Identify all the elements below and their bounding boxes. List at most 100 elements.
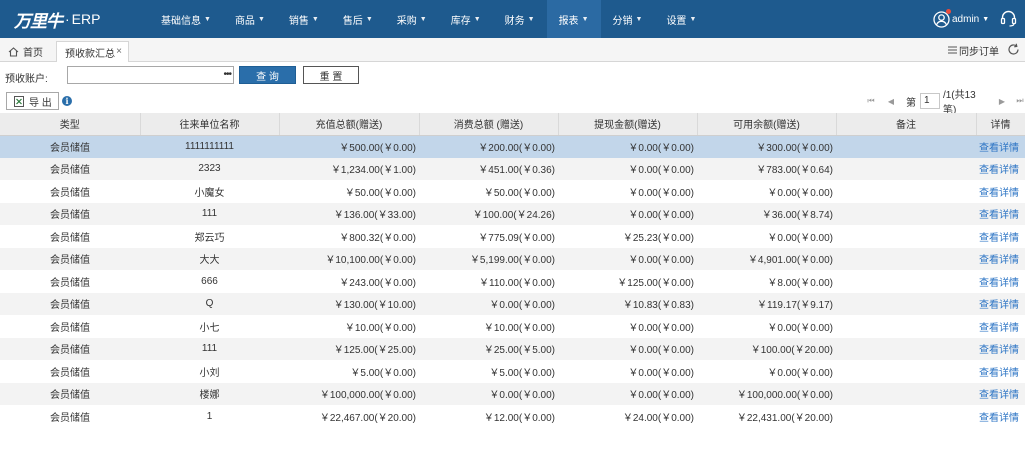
export-button[interactable]: 导 出: [6, 92, 59, 110]
prev-page-icon[interactable]: ◀: [886, 96, 896, 106]
column-header[interactable]: 详情: [976, 113, 1025, 136]
table-cell: ￥0.00(￥0.00): [558, 337, 697, 360]
table-cell: [836, 315, 976, 338]
chevron-down-icon: ▼: [982, 15, 990, 23]
table-cell: ￥200.00(￥0.00): [419, 135, 558, 158]
table-cell: ￥800.32(￥0.00): [339, 232, 416, 244]
table-cell: ￥100.00(￥24.26): [419, 202, 558, 225]
table-row[interactable]: 会员储值 郑云巧 ￥800.32(￥0.00) ￥775.09(￥0.00) ￥25.2…: [0, 225, 1025, 248]
table-row[interactable]: 会员储值 1111111111 ￥500.00(￥0.00) ￥200.00(￥0.0…: [0, 135, 1025, 158]
nav-item-5[interactable]: 库存 ▼: [439, 0, 493, 38]
column-header[interactable]: 类型: [0, 113, 141, 136]
column-header[interactable]: 往来单位名称: [140, 113, 280, 136]
table-cell: 1: [206, 410, 213, 422]
column-header[interactable]: 可用余额(赠送): [697, 113, 837, 136]
view-details-link[interactable]: 查看详情: [976, 225, 1025, 248]
nav-item-6[interactable]: 财务 ▼: [493, 0, 547, 38]
nav-item-8[interactable]: 分销 ▼: [601, 0, 655, 38]
first-page-icon[interactable]: ⏮: [866, 96, 876, 106]
table-cell: ￥50.00(￥0.00): [483, 187, 555, 199]
nav-item-2[interactable]: 销售 ▼: [277, 0, 331, 38]
app-logo[interactable]: 万里牛 · ERP: [14, 7, 100, 32]
refresh-icon[interactable]: [1007, 43, 1020, 56]
table-row[interactable]: 会员储值 小七 ￥10.00(￥0.00) ￥10.00(￥0.00) ￥0.00(￥0…: [0, 315, 1025, 338]
table-cell: ￥100,000.00(￥0.00): [279, 382, 419, 405]
table-cell: [836, 135, 976, 158]
account-field[interactable]: •••: [67, 66, 234, 84]
main-menu: 基础信息 ▼ 商品 ▼ 销售 ▼ 售后 ▼ 采购 ▼ 库存 ▼ 财务 ▼ 报表 ▼ 分销 ▼ 设置 ▼: [149, 0, 708, 38]
table-cell: ￥22,431.00(￥20.00): [736, 412, 833, 424]
view-details-link[interactable]: 查看详情: [976, 157, 1025, 180]
table-cell: ￥0.00(￥0.00): [628, 367, 694, 379]
table-row[interactable]: 会员储值 2323 ￥1,234.00(￥1.00) ￥451.00(￥0.36) ￥0…: [0, 157, 1025, 180]
table-cell: ￥36.00(￥8.74): [697, 202, 836, 225]
account-input[interactable]: [68, 67, 208, 83]
table-cell: [836, 202, 976, 225]
table-cell: ￥775.09(￥0.00): [478, 232, 555, 244]
column-header[interactable]: 提现金额(赠送): [558, 113, 698, 136]
headset-icon[interactable]: [999, 9, 1018, 28]
table-cell: 1111111111: [140, 135, 279, 158]
more-icon[interactable]: •••: [223, 67, 231, 83]
table-row[interactable]: 会员储值 楼娜 ￥100,000.00(￥0.00) ￥0.00(￥0.00) ￥0.0…: [0, 382, 1025, 405]
nav-item-0[interactable]: 基础信息 ▼: [149, 0, 223, 38]
query-bar: 预收账户: ••• 查 询 重 置: [0, 62, 1025, 90]
column-header[interactable]: 消费总额 (赠送): [419, 113, 559, 136]
view-details-link[interactable]: 查看详情: [976, 292, 1025, 315]
table-cell: ￥300.00(￥0.00): [697, 135, 836, 158]
table-row[interactable]: 会员储值 1 ￥22,467.00(￥20.00) ￥12.00(￥0.00) ￥24.…: [0, 405, 1025, 428]
view-details-link[interactable]: 查看详情: [976, 135, 1025, 158]
table-cell: 会员储值: [0, 382, 140, 405]
nav-item-label: 售后: [342, 15, 363, 27]
account-label: 预收账户:: [5, 74, 48, 85]
table-cell: ￥0.00(￥0.00): [419, 292, 558, 315]
table-row[interactable]: 会员储值 Q ￥130.00(￥10.00) ￥0.00(￥0.00) ￥10.83(￥…: [0, 292, 1025, 315]
nav-item-9[interactable]: 设置 ▼: [654, 0, 708, 38]
notification-dot: [946, 8, 951, 14]
view-details-link[interactable]: 查看详情: [976, 382, 1025, 405]
column-header[interactable]: 备注: [836, 113, 977, 136]
sync-orders-button[interactable]: 同步订单: [948, 44, 999, 58]
table-cell: ￥10.00(￥0.00): [483, 322, 555, 334]
user-menu[interactable]: admin ▼: [933, 8, 990, 29]
table-row[interactable]: 会员储值 小魔女 ￥50.00(￥0.00) ￥50.00(￥0.00) ￥0.00(￥…: [0, 180, 1025, 203]
table-row[interactable]: 会员储值 666 ￥243.00(￥0.00) ￥110.00(￥0.00) ￥125.…: [0, 270, 1025, 293]
view-details-link[interactable]: 查看详情: [976, 360, 1025, 383]
info-icon[interactable]: i: [62, 96, 72, 106]
tab-home[interactable]: 首页: [8, 41, 43, 62]
home-icon: [8, 46, 19, 57]
table-row[interactable]: 会员储值 111 ￥136.00(￥33.00) ￥100.00(￥24.26) ￥0.…: [0, 202, 1025, 225]
view-details-link[interactable]: 查看详情: [976, 247, 1025, 270]
table-row[interactable]: 会员储值 大大 ￥10,100.00(￥0.00) ￥5,199.00(￥0.00) ￥…: [0, 247, 1025, 270]
close-icon[interactable]: ×: [116, 46, 122, 57]
table-cell: 666: [201, 275, 218, 287]
table-cell: ￥22,467.00(￥20.00): [319, 412, 416, 424]
view-details-link[interactable]: 查看详情: [976, 202, 1025, 225]
page-total: /1(共13笔): [942, 90, 976, 116]
view-details-link[interactable]: 查看详情: [976, 405, 1025, 428]
view-details-link[interactable]: 查看详情: [976, 337, 1025, 360]
page-number-input[interactable]: 1: [919, 93, 940, 109]
search-button[interactable]: 查 询: [239, 66, 296, 84]
table-cell: ￥119.17(￥9.17): [697, 292, 836, 315]
column-header[interactable]: 充值总额(赠送): [279, 113, 420, 136]
reset-button[interactable]: 重 置: [303, 66, 359, 84]
table-row[interactable]: 会员储值 小刘 ￥5.00(￥0.00) ￥5.00(￥0.00) ￥0.00(￥0.0…: [0, 360, 1025, 383]
export-label: 导 出: [29, 97, 52, 109]
last-page-icon[interactable]: ⏭: [1015, 96, 1025, 106]
table-row[interactable]: 会员储值 111 ￥125.00(￥25.00) ￥25.00(￥5.00) ￥0.00…: [0, 337, 1025, 360]
table-cell: ￥10.00(￥0.00): [344, 322, 416, 334]
nav-item-7[interactable]: 报表 ▼: [546, 0, 601, 38]
nav-item-label: 采购: [396, 15, 417, 27]
next-page-icon[interactable]: ▶: [997, 96, 1007, 106]
nav-item-3[interactable]: 售后 ▼: [331, 0, 385, 38]
table-cell: 111: [140, 337, 279, 360]
tab-prepayment-summary[interactable]: 预收款汇总 ×: [56, 41, 129, 62]
nav-item-4[interactable]: 采购 ▼: [385, 0, 439, 38]
nav-item-1[interactable]: 商品 ▼: [223, 0, 277, 38]
view-details-link[interactable]: 查看详情: [976, 270, 1025, 293]
view-details-link[interactable]: 查看详情: [976, 315, 1025, 338]
view-details-link[interactable]: 查看详情: [976, 180, 1025, 203]
chevron-down-icon: ▼: [473, 15, 481, 23]
table-cell: 郑云巧: [194, 232, 225, 244]
